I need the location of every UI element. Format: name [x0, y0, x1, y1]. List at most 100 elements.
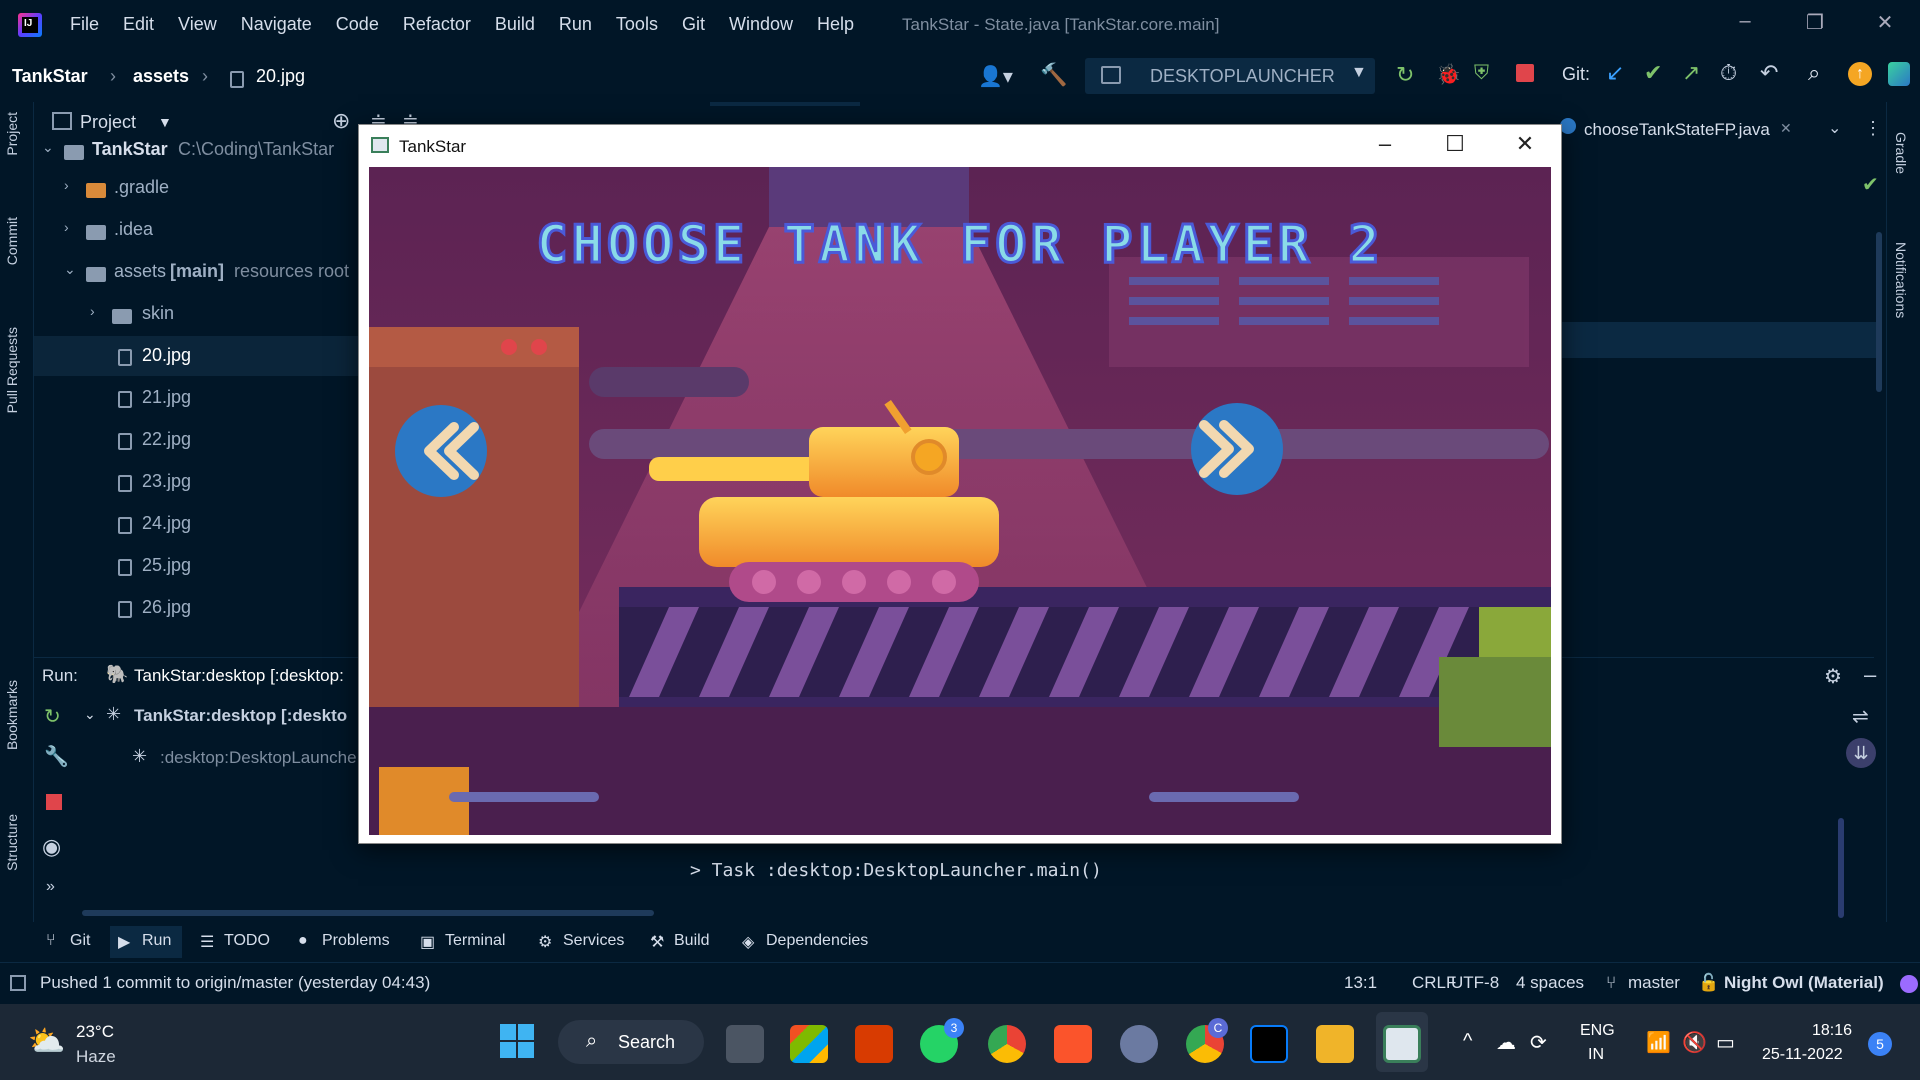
minimize-icon[interactable]: – [1730, 10, 1760, 40]
rerun-icon[interactable]: ↻ [1396, 62, 1414, 88]
weather-haze-icon[interactable]: ⛅ [28, 1024, 65, 1059]
microsoft-store-icon[interactable] [790, 1025, 828, 1063]
theme-name[interactable]: Night Owl (Material) [1724, 973, 1884, 993]
menu-help[interactable]: Help [817, 14, 854, 35]
notification-count-badge[interactable]: 5 [1868, 1032, 1892, 1056]
menu-window[interactable]: Window [729, 14, 793, 35]
close-icon[interactable]: ✕ [1495, 131, 1555, 161]
tab-gradle[interactable]: Gradle [1893, 132, 1909, 174]
eye-icon[interactable]: ◉ [42, 834, 61, 860]
breadcrumb-assets[interactable]: assets [133, 66, 189, 87]
tab-close-icon[interactable]: ✕ [1780, 120, 1792, 137]
editor-tab-label[interactable]: chooseTankStateFP.java [1584, 120, 1770, 140]
git-update-icon[interactable]: ↙ [1606, 60, 1624, 86]
tab-problems[interactable]: Problems [322, 932, 390, 950]
clock-date[interactable]: 25-11-2022 [1762, 1046, 1843, 1064]
intellij-logo-icon[interactable]: IJ [18, 13, 42, 37]
wrench-icon[interactable]: 🔧 [44, 744, 69, 769]
scroll-to-end-icon[interactable]: ⇊ [1846, 738, 1876, 768]
horizontal-scrollbar[interactable] [82, 910, 654, 916]
menu-build[interactable]: Build [495, 14, 535, 35]
tab-pull-requests[interactable]: Pull Requests [4, 327, 20, 413]
run-config-select[interactable]: DESKTOPLAUNCHER ▼ [1085, 58, 1375, 94]
tab-todo[interactable]: TODO [224, 932, 270, 950]
update-icon[interactable]: ↑ [1848, 62, 1872, 86]
console-scrollbar[interactable] [1838, 818, 1844, 918]
file-explorer-icon[interactable] [1316, 1025, 1354, 1063]
coverage-icon[interactable]: ⛨ [1474, 62, 1489, 85]
tankstar-app-icon[interactable] [1383, 1025, 1421, 1063]
chevron-down-icon[interactable]: ⌄ [84, 706, 96, 723]
menu-git[interactable]: Git [682, 14, 705, 35]
tab-commit[interactable]: Commit [4, 217, 20, 265]
windows-start-icon[interactable] [500, 1024, 534, 1058]
breadcrumb-project[interactable]: TankStar [12, 66, 88, 87]
next-tank-button[interactable] [1191, 403, 1283, 495]
tor-browser-icon[interactable] [1120, 1025, 1158, 1063]
file-encoding[interactable]: UTF-8 [1451, 973, 1499, 993]
clock-time[interactable]: 18:16 [1812, 1022, 1852, 1040]
menu-run[interactable]: Run [559, 14, 592, 35]
breadcrumb-file[interactable]: 20.jpg [256, 66, 305, 87]
panel-toggle-icon[interactable] [10, 975, 26, 991]
rollback-icon[interactable]: ↶ [1760, 60, 1778, 86]
chevron-down-icon[interactable]: ▼ [158, 114, 172, 130]
status-message[interactable]: Pushed 1 commit to origin/master (yester… [40, 973, 430, 993]
tab-structure[interactable]: Structure [4, 814, 20, 871]
gear-icon[interactable]: ⚙ [1824, 664, 1842, 689]
soft-wrap-icon[interactable]: ⇌ [1852, 704, 1869, 729]
weather-desc[interactable]: Haze [76, 1047, 116, 1067]
tab-terminal[interactable]: Terminal [445, 932, 505, 950]
debug-icon[interactable]: 🐞 [1436, 62, 1461, 87]
run-tree-root[interactable]: TankStar:desktop [:deskto [134, 706, 347, 726]
chevron-up-icon[interactable]: ^ [1463, 1030, 1472, 1053]
menu-edit[interactable]: Edit [123, 14, 154, 35]
previous-tank-button[interactable] [395, 405, 487, 497]
run-tab[interactable]: TankStar:desktop [:desktop: [134, 666, 344, 686]
taskbar-search-box[interactable]: ⌕ Search [558, 1020, 704, 1064]
tab-build[interactable]: Build [674, 932, 710, 950]
restore-icon[interactable]: ❐ [1800, 10, 1830, 40]
indent-setting[interactable]: 4 spaces [1516, 973, 1584, 993]
jetbrains-toolbox-icon[interactable] [1888, 62, 1910, 86]
chevron-down-icon[interactable]: ⌄ [1828, 118, 1841, 138]
search-icon[interactable]: ⌕ [1808, 60, 1820, 86]
menu-view[interactable]: View [178, 14, 217, 35]
onedrive-icon[interactable]: ☁ [1496, 1030, 1516, 1055]
menu-refactor[interactable]: Refactor [403, 14, 471, 35]
tab-bookmarks[interactable]: Bookmarks [4, 680, 20, 750]
line-separator[interactable]: CRLF [1412, 973, 1456, 993]
brave-icon[interactable] [1054, 1025, 1092, 1063]
menu-tools[interactable]: Tools [616, 14, 658, 35]
weather-temp[interactable]: 23°C [76, 1022, 114, 1042]
tab-dependencies[interactable]: Dependencies [766, 932, 868, 950]
git-commit-icon[interactable]: ✔ [1644, 60, 1662, 86]
chrome-icon[interactable] [988, 1025, 1026, 1063]
task-view-icon[interactable] [726, 1025, 764, 1063]
tab-project[interactable]: Project [4, 112, 20, 156]
sync-icon[interactable]: ⟳ [1530, 1030, 1547, 1055]
volume-muted-icon[interactable]: 🔇 [1682, 1030, 1707, 1055]
stop-icon[interactable] [1516, 64, 1534, 82]
more-icon[interactable]: » [46, 878, 55, 896]
history-icon[interactable]: ⏱ [1720, 60, 1737, 86]
office-icon[interactable] [855, 1025, 893, 1063]
user-icon[interactable]: 👤▾ [978, 64, 1013, 89]
menu-code[interactable]: Code [336, 14, 379, 35]
git-branch[interactable]: master [1628, 973, 1680, 993]
language-bottom[interactable]: IN [1588, 1046, 1604, 1064]
game-canvas[interactable]: CHOOSE TANK FOR PLAYER 2 [369, 167, 1551, 835]
wifi-icon[interactable]: 📶 [1646, 1030, 1671, 1055]
git-push-icon[interactable]: ↗ [1682, 60, 1700, 86]
run-tree-child[interactable]: :desktop:DesktopLaunche [160, 748, 357, 768]
menu-navigate[interactable]: Navigate [241, 14, 312, 35]
menu-file[interactable]: File [70, 14, 99, 35]
lock-icon[interactable]: 🔓 [1698, 973, 1719, 993]
game-window-titlebar[interactable]: TankStar – ☐ ✕ [359, 125, 1561, 167]
hide-panel-icon[interactable]: – [1864, 662, 1876, 688]
rerun-icon[interactable]: ↻ [44, 704, 61, 729]
close-icon[interactable]: ✕ [1870, 10, 1900, 40]
maximize-icon[interactable]: ☐ [1425, 131, 1485, 161]
caret-position[interactable]: 13:1 [1344, 973, 1377, 993]
intellij-taskbar-icon[interactable] [1250, 1025, 1288, 1063]
